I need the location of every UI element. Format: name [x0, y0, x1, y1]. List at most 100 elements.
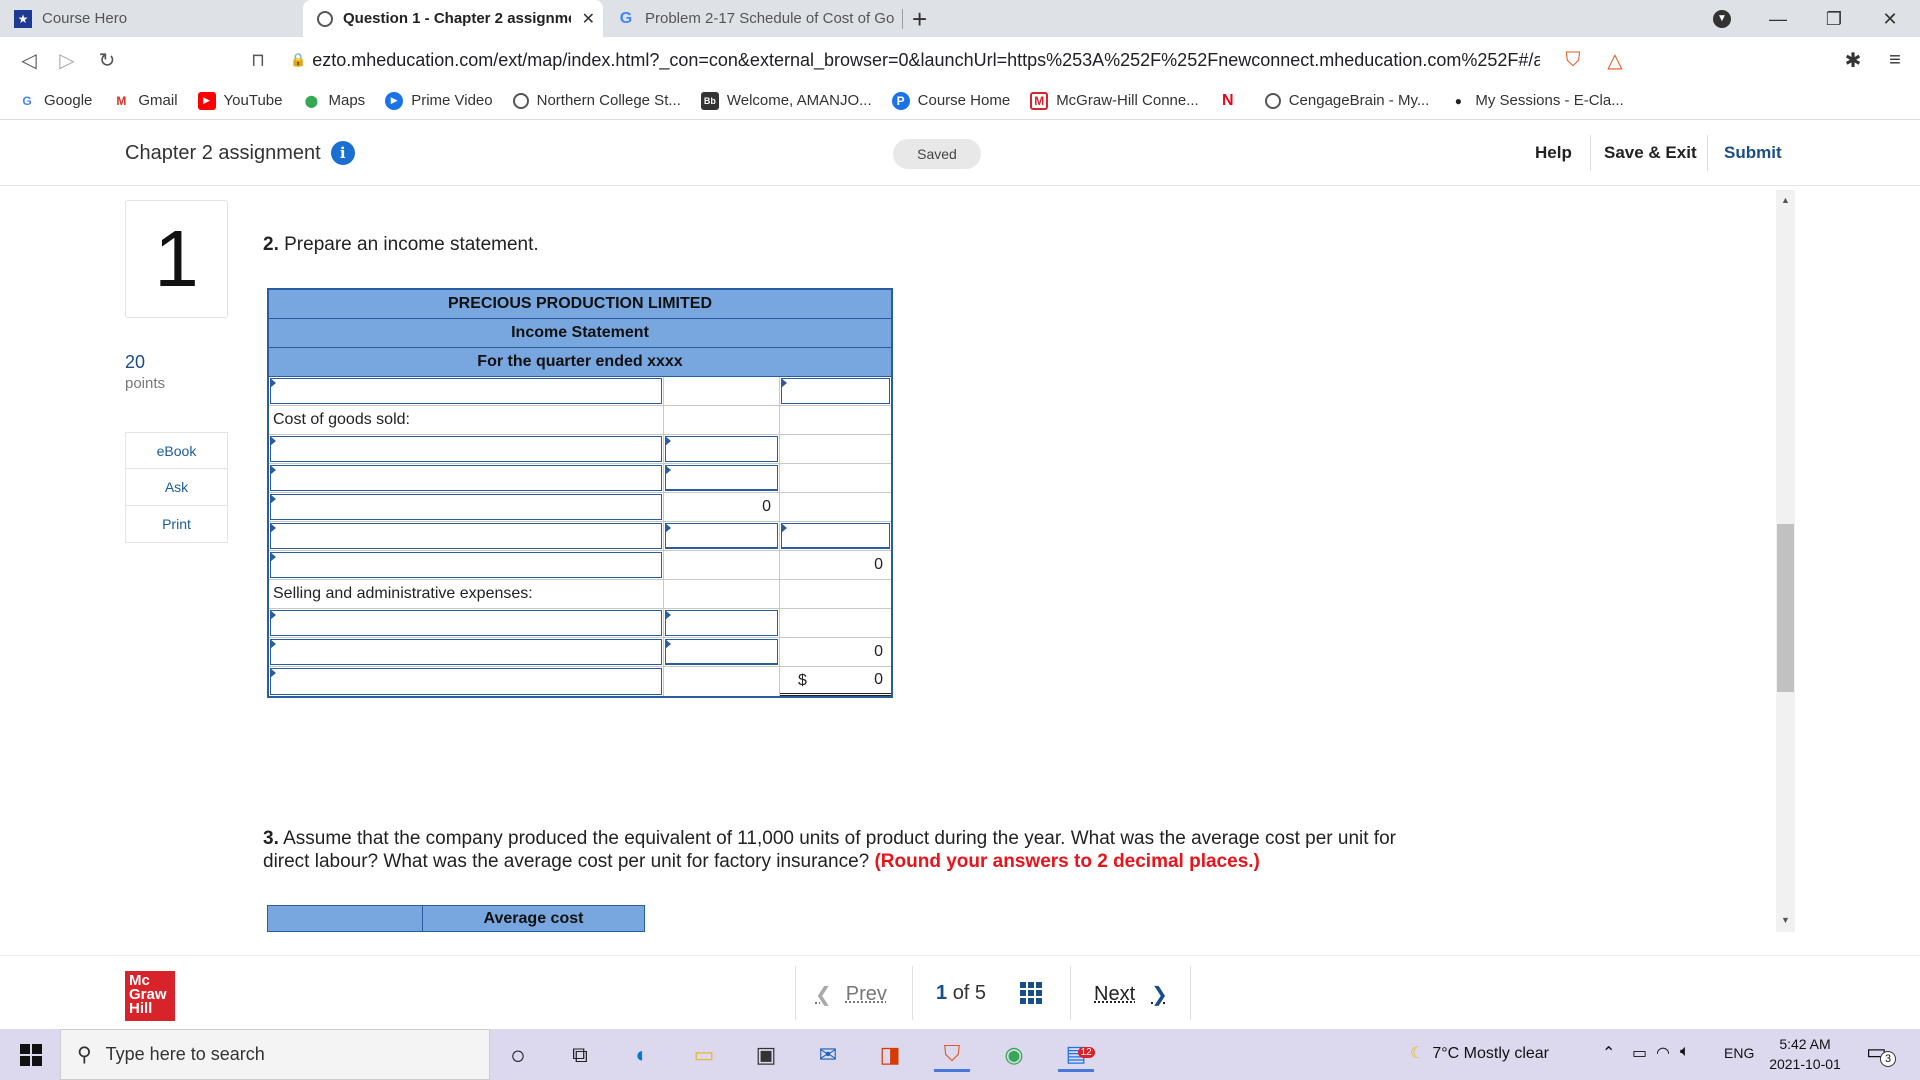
app-with-badge-icon[interactable]: ▤ 12 — [1058, 1038, 1095, 1072]
windows-taskbar: ⚲ Type here to search ○ ⧉ ◐ ▭ ▣ ✉ ◨ ⛉ ◉ … — [0, 1029, 1920, 1080]
cogs-label: Cost of goods sold: — [273, 411, 410, 428]
brave-rewards-icon[interactable]: △ — [1600, 45, 1630, 75]
address-bar[interactable]: 🔒 ezto.mheducation.com/ext/map/index.htm… — [290, 43, 1540, 77]
moon-icon: ☾ — [1410, 1045, 1425, 1062]
bookmark-youtube[interactable]: ▶ YouTube — [197, 91, 283, 110]
bookmark-netflix[interactable]: N — [1219, 92, 1245, 110]
task-view-icon[interactable]: ⧉ — [562, 1038, 598, 1072]
line-item-input[interactable] — [270, 610, 662, 636]
brave-icon[interactable]: ⛉ — [934, 1038, 970, 1072]
line-item-input[interactable] — [270, 378, 662, 404]
map-pin-icon: ⬤ — [304, 93, 319, 108]
mail-icon[interactable]: ✉ — [810, 1038, 846, 1072]
prev-button[interactable]: ❮ Prev — [815, 982, 887, 1007]
amount-input[interactable] — [665, 523, 778, 549]
bookmark-cengagebrain[interactable]: CengageBrain - My... — [1264, 92, 1429, 109]
submit-button[interactable]: Submit — [1724, 143, 1782, 163]
volume-icon[interactable]: 🔈︎ — [1680, 1043, 1690, 1061]
tab-search-icon[interactable]: ▼ — [1702, 4, 1742, 34]
chevron-up-icon[interactable]: ⌃ — [1602, 1043, 1615, 1063]
currency-symbol: $ — [798, 672, 807, 689]
brave-shield-icon[interactable]: ⛉ — [1558, 45, 1588, 75]
language-indicator[interactable]: ENG — [1724, 1045, 1754, 1061]
amount-input[interactable] — [781, 378, 890, 404]
table-row — [269, 464, 891, 493]
close-tab-icon[interactable]: ✕ — [582, 9, 595, 29]
line-item-input[interactable] — [270, 523, 662, 549]
tab-problem-2-17[interactable]: G Problem 2-17 Schedule of Cost of Goo — [603, 0, 903, 37]
assignment-title-text: Chapter 2 assignment — [125, 141, 321, 164]
windows-start-icon[interactable] — [20, 1044, 42, 1066]
next-button[interactable]: Next ❯ — [1094, 982, 1168, 1007]
print-button[interactable]: Print — [125, 506, 228, 543]
amount-input[interactable] — [665, 610, 778, 636]
current-page: 1 — [936, 982, 948, 1004]
close-window-icon[interactable]: ✕ — [1870, 4, 1910, 34]
ask-button[interactable]: Ask — [125, 469, 228, 506]
notification-count: 3 — [1880, 1051, 1896, 1067]
tab-course-hero[interactable]: ★ Course Hero — [0, 0, 300, 37]
line-item-input[interactable] — [270, 552, 662, 578]
office-icon[interactable]: ◨ — [872, 1038, 908, 1072]
help-button[interactable]: Help — [1535, 143, 1572, 163]
chrome-icon[interactable]: ◉ — [996, 1038, 1032, 1072]
selling-admin-total: 0 — [874, 643, 883, 660]
new-tab-button[interactable]: + — [912, 4, 927, 35]
income-statement-table: PRECIOUS PRODUCTION LIMITED Income State… — [267, 288, 893, 698]
table-row — [269, 609, 891, 638]
chevron-right-icon: ❯ — [1151, 984, 1168, 1006]
line-item-input[interactable] — [270, 639, 662, 665]
bookmark-maps[interactable]: ⬤ Maps — [303, 92, 365, 110]
average-cost-header: Average cost — [483, 909, 584, 927]
bookmark-my-sessions[interactable]: ● My Sessions - E-Cla... — [1449, 92, 1624, 110]
battery-icon[interactable]: ▭ — [1632, 1043, 1647, 1063]
store-icon[interactable]: ▣ — [748, 1038, 784, 1072]
bookmark-icon[interactable]: ⊓ — [243, 45, 273, 75]
amount-input[interactable] — [665, 639, 778, 665]
taskbar-search[interactable]: ⚲ Type here to search — [60, 1029, 490, 1080]
net-operating-income-value: 0 — [874, 671, 883, 688]
bookmark-label: McGraw-Hill Conne... — [1056, 92, 1199, 109]
header-divider — [1590, 135, 1591, 171]
amount-input[interactable] — [781, 523, 890, 549]
reload-icon[interactable]: ↻ — [92, 45, 122, 75]
bookmark-google[interactable]: G Google — [18, 92, 92, 110]
line-item-input[interactable] — [270, 465, 662, 491]
bookmark-welcome[interactable]: Bb Welcome, AMANJO... — [700, 91, 872, 110]
scroll-down-icon[interactable]: ▼ — [1776, 912, 1795, 928]
line-item-input[interactable] — [270, 494, 662, 520]
forward-icon[interactable]: ▷ — [52, 45, 82, 75]
grid-icon[interactable] — [1020, 982, 1042, 1004]
notifications-icon[interactable]: ▭ 3 — [1866, 1039, 1896, 1067]
restore-icon[interactable]: ❐ — [1814, 4, 1854, 34]
bookmark-gmail[interactable]: M Gmail — [112, 92, 177, 110]
file-explorer-icon[interactable]: ▭ — [686, 1038, 722, 1072]
ebook-button[interactable]: eBook — [125, 432, 228, 469]
lock-icon: 🔒 — [290, 52, 307, 67]
minimize-icon[interactable]: — — [1758, 4, 1798, 34]
bookmark-course-home[interactable]: P Course Home — [891, 91, 1010, 110]
back-icon[interactable]: ◁ — [14, 45, 44, 75]
edge-icon[interactable]: ◐ — [624, 1038, 660, 1072]
clock[interactable]: 5:42 AM 2021-10-01 — [1768, 1034, 1842, 1074]
wifi-icon[interactable]: ◠ — [1656, 1043, 1670, 1063]
extensions-icon[interactable]: ✱ — [1838, 45, 1868, 75]
bookmark-northern-college[interactable]: Northern College St... — [512, 92, 681, 109]
table-row — [269, 522, 891, 551]
line-item-input[interactable] — [270, 436, 662, 462]
bookmarks-bar: G Google M Gmail ▶ YouTube ⬤ Maps ▶ Prime Vid… — [0, 82, 1920, 120]
scroll-up-icon[interactable]: ▲ — [1776, 192, 1795, 208]
amount-input[interactable] — [665, 436, 778, 462]
menu-icon[interactable]: ≡ — [1880, 45, 1910, 75]
bookmark-prime-video[interactable]: ▶ Prime Video — [385, 91, 493, 110]
weather-widget[interactable]: ☾ 7°C Mostly clear — [1410, 1043, 1549, 1063]
cortana-icon[interactable]: ○ — [500, 1038, 536, 1072]
line-item-input[interactable] — [270, 668, 662, 695]
scrollbar-thumb[interactable] — [1777, 524, 1794, 692]
tab-question-1[interactable]: Question 1 - Chapter 2 assignmen ✕ — [303, 0, 603, 37]
bookmark-mcgraw-hill[interactable]: M McGraw-Hill Conne... — [1030, 91, 1199, 110]
info-icon[interactable]: i — [330, 141, 355, 165]
save-exit-button[interactable]: Save & Exit — [1604, 143, 1697, 163]
header-cell-blank — [268, 906, 423, 931]
amount-input[interactable] — [665, 465, 778, 491]
